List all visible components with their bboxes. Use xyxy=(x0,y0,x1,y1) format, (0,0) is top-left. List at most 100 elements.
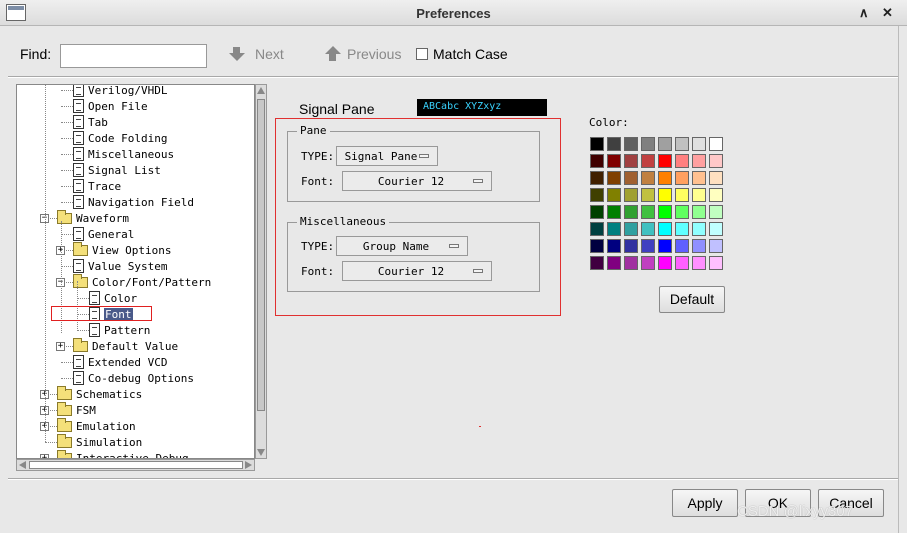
color-swatch[interactable] xyxy=(658,137,672,151)
color-swatch[interactable] xyxy=(709,256,723,270)
previous-button[interactable]: Previous xyxy=(325,46,401,62)
color-swatch[interactable] xyxy=(624,188,638,202)
close-icon[interactable]: ✕ xyxy=(882,5,893,21)
tree-item[interactable]: Color xyxy=(89,290,137,306)
tree-horizontal-scrollbar[interactable] xyxy=(16,459,255,471)
color-swatch[interactable] xyxy=(590,239,604,253)
tree-item[interactable]: Open File xyxy=(73,98,148,114)
tree-item[interactable]: Simulation xyxy=(57,433,142,450)
tree-item[interactable]: Extended VCD xyxy=(73,354,167,370)
color-swatch[interactable] xyxy=(675,188,689,202)
color-swatch[interactable] xyxy=(692,239,706,253)
color-swatch[interactable] xyxy=(709,137,723,151)
pane-type-dropdown[interactable]: Signal Pane xyxy=(336,146,438,166)
color-swatch[interactable] xyxy=(607,154,621,168)
tree-item[interactable]: Waveform xyxy=(57,209,129,226)
color-swatch[interactable] xyxy=(709,188,723,202)
scroll-up-icon[interactable] xyxy=(257,87,265,94)
color-swatch[interactable] xyxy=(641,137,655,151)
color-swatch[interactable] xyxy=(624,222,638,236)
scroll-right-icon[interactable] xyxy=(245,461,252,469)
tree-item[interactable]: Pattern xyxy=(89,322,150,338)
color-swatch[interactable] xyxy=(692,205,706,219)
color-swatch[interactable] xyxy=(675,154,689,168)
color-swatch[interactable] xyxy=(675,239,689,253)
scroll-down-icon[interactable] xyxy=(257,449,265,456)
checkbox-box[interactable] xyxy=(416,48,428,60)
pane-font-dropdown[interactable]: Courier 12 xyxy=(342,171,492,191)
tree-item[interactable]: Tab xyxy=(73,114,108,130)
match-case-checkbox[interactable]: Match Case xyxy=(416,46,508,62)
color-swatch[interactable] xyxy=(709,205,723,219)
color-swatch[interactable] xyxy=(607,171,621,185)
color-swatch[interactable] xyxy=(607,137,621,151)
color-swatch[interactable] xyxy=(641,239,655,253)
tree-item[interactable]: Interactive Debug xyxy=(57,449,189,458)
color-swatch[interactable] xyxy=(658,188,672,202)
tree-item[interactable]: Signal List xyxy=(73,162,161,178)
tree-item[interactable]: Emulation xyxy=(57,417,136,434)
color-swatch[interactable] xyxy=(624,171,638,185)
color-swatch[interactable] xyxy=(709,171,723,185)
tree-item[interactable]: View Options xyxy=(73,241,171,258)
color-swatch[interactable] xyxy=(675,137,689,151)
color-swatch[interactable] xyxy=(709,239,723,253)
tree-item[interactable]: FSM xyxy=(57,401,96,418)
tree-item[interactable]: Co-debug Options xyxy=(73,370,194,386)
color-swatch[interactable] xyxy=(675,205,689,219)
color-swatch[interactable] xyxy=(675,256,689,270)
color-swatch[interactable] xyxy=(658,239,672,253)
tree-item[interactable]: Code Folding xyxy=(73,130,167,146)
tree-item[interactable]: General xyxy=(73,226,134,242)
color-swatch[interactable] xyxy=(658,154,672,168)
tree-item[interactable]: Color/Font/Pattern xyxy=(73,273,211,290)
scrollbar-thumb[interactable] xyxy=(257,99,265,411)
color-swatch[interactable] xyxy=(607,256,621,270)
color-swatch[interactable] xyxy=(692,222,706,236)
color-swatch[interactable] xyxy=(641,205,655,219)
scrollbar-thumb[interactable] xyxy=(29,461,243,469)
color-swatch[interactable] xyxy=(624,256,638,270)
tree-vertical-scrollbar[interactable] xyxy=(255,84,267,459)
color-swatch[interactable] xyxy=(624,137,638,151)
color-swatch[interactable] xyxy=(692,256,706,270)
default-button[interactable]: Default xyxy=(659,286,725,313)
preferences-tree[interactable]: Verilog/VHDL Open File Tab Code Folding Misc… xyxy=(16,84,255,459)
tree-item[interactable]: Schematics xyxy=(57,385,142,402)
color-swatch[interactable] xyxy=(624,239,638,253)
color-swatch[interactable] xyxy=(590,171,604,185)
color-swatch[interactable] xyxy=(658,256,672,270)
color-swatch[interactable] xyxy=(709,154,723,168)
tree-item[interactable]: Value System xyxy=(73,258,167,274)
color-swatch[interactable] xyxy=(692,154,706,168)
find-input[interactable] xyxy=(60,44,207,68)
tree-item[interactable]: Navigation Field xyxy=(73,194,194,210)
color-swatch[interactable] xyxy=(590,154,604,168)
color-swatch[interactable] xyxy=(607,205,621,219)
misc-font-dropdown[interactable]: Courier 12 xyxy=(342,261,492,281)
color-swatch[interactable] xyxy=(607,222,621,236)
color-swatch[interactable] xyxy=(590,205,604,219)
color-swatch[interactable] xyxy=(658,205,672,219)
apply-button[interactable]: Apply xyxy=(672,489,738,517)
color-swatch[interactable] xyxy=(607,188,621,202)
color-swatch[interactable] xyxy=(709,222,723,236)
expand-icon[interactable]: + xyxy=(56,342,65,351)
color-swatch[interactable] xyxy=(590,137,604,151)
misc-type-dropdown[interactable]: Group Name xyxy=(336,236,468,256)
tree-item[interactable]: Trace xyxy=(73,178,121,194)
color-swatch[interactable] xyxy=(641,222,655,236)
tree-item[interactable]: Verilog/VHDL xyxy=(73,85,167,98)
color-swatch[interactable] xyxy=(692,171,706,185)
color-swatch[interactable] xyxy=(641,154,655,168)
scroll-left-icon[interactable] xyxy=(19,461,26,469)
color-swatch[interactable] xyxy=(624,154,638,168)
color-swatch[interactable] xyxy=(641,171,655,185)
tree-item[interactable]: Default Value xyxy=(73,337,178,354)
color-swatch[interactable] xyxy=(590,188,604,202)
tree-item[interactable]: Miscellaneous xyxy=(73,146,174,162)
color-swatch[interactable] xyxy=(641,188,655,202)
color-swatch[interactable] xyxy=(607,239,621,253)
color-swatch[interactable] xyxy=(675,222,689,236)
next-button[interactable]: Next xyxy=(229,46,284,62)
